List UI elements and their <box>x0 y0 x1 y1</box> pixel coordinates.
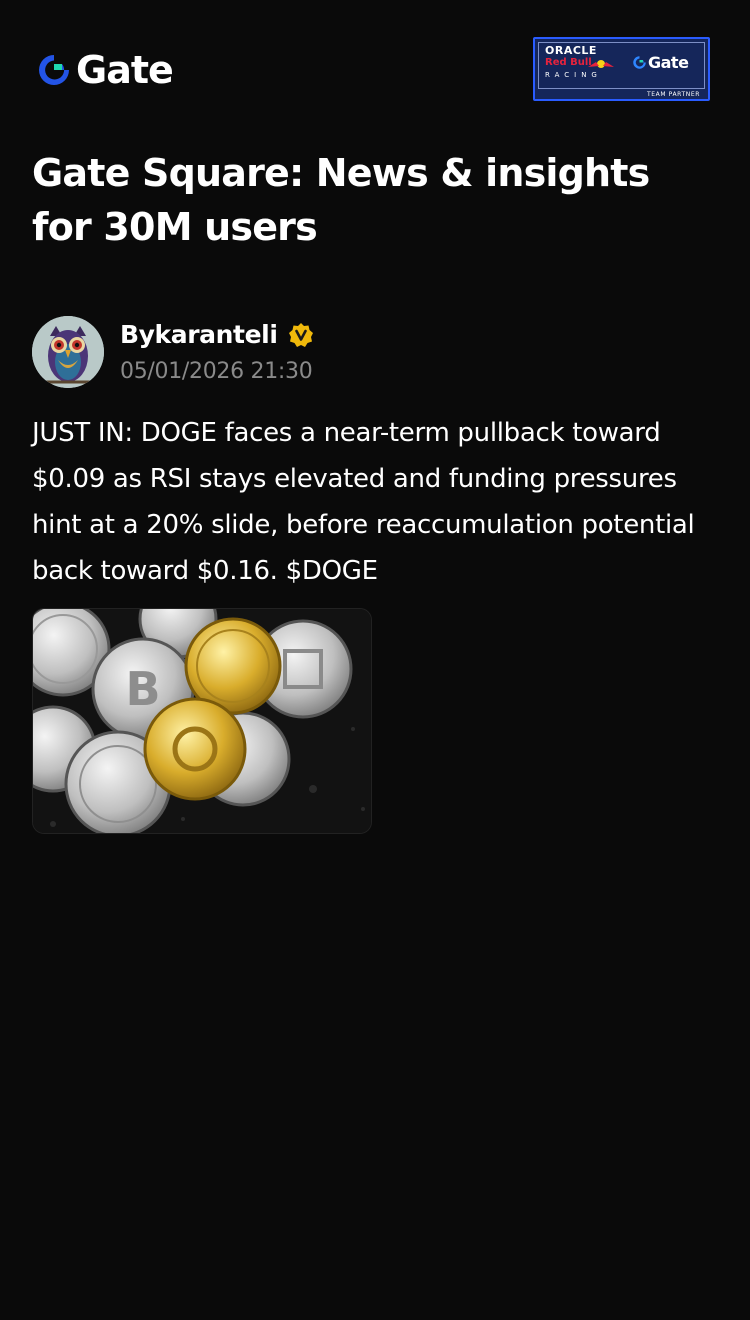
author-name-row: Bykaranteli <box>120 318 314 352</box>
post-image[interactable]: B <box>32 608 372 834</box>
crypto-coins-image: B <box>33 609 371 833</box>
page-title: Gate Square: News & insights for 30M use… <box>32 151 650 249</box>
partner-gate-text: Gate <box>648 53 689 72</box>
logo-text: Gate <box>76 48 174 92</box>
racing-label: RACING <box>545 71 602 79</box>
gate-logo-small-icon <box>633 56 646 69</box>
oracle-label: ORACLE <box>545 44 597 57</box>
post-body: JUST IN: DOGE faces a near-term pullback… <box>32 418 695 586</box>
header: Gate ORACLE Red Bull RACING Gate TEAM PA… <box>0 0 750 130</box>
post-timestamp: 05/01/2026 21:30 <box>120 359 313 384</box>
partner-badge[interactable]: ORACLE Red Bull RACING Gate TEAM PARTNER <box>533 37 710 101</box>
redbull-label: Red Bull <box>545 57 592 68</box>
verified-badge-icon <box>288 323 313 347</box>
post-author: Bykaranteli 05/01/2026 21:30 <box>32 316 712 388</box>
author-name[interactable]: Bykaranteli <box>120 318 278 352</box>
bulls-icon <box>588 60 614 68</box>
avatar[interactable] <box>32 316 104 388</box>
svg-text:B: B <box>125 662 160 716</box>
gate-logo[interactable]: Gate <box>36 48 174 92</box>
gate-logo-icon <box>39 55 69 85</box>
partner-gate-logo: Gate <box>632 53 689 72</box>
team-partner-label: TEAM PARTNER <box>646 91 700 98</box>
owl-avatar-icon <box>32 316 104 388</box>
